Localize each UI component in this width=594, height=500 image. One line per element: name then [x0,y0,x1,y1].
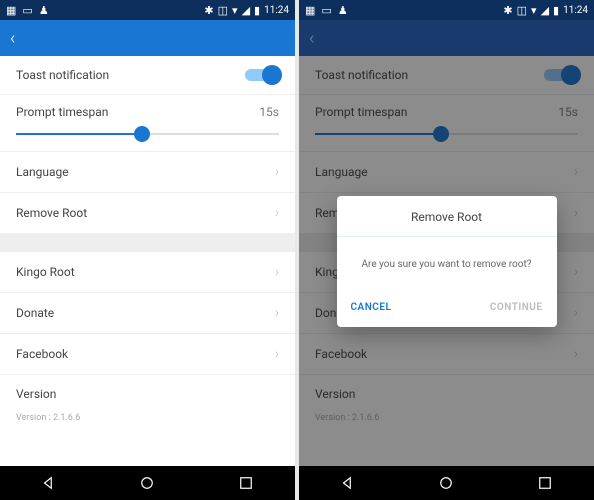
prompt-timespan-row[interactable]: Prompt timespan 15s [0,95,295,152]
bluetooth-icon: ✱ [503,4,512,17]
nav-home-icon[interactable] [437,474,455,492]
kingo-root-row[interactable]: Kingo Root › [0,252,295,293]
prompt-value: 15s [259,105,279,119]
toast-toggle[interactable] [245,69,279,81]
status-time: 11:24 [264,5,289,16]
language-label: Language [16,165,69,179]
screen-icon: ▭ [22,4,32,17]
vibrate-icon: ◫ [517,4,527,17]
language-row[interactable]: Language › [0,152,295,193]
navigation-bar [299,466,594,500]
remove-root-dialog: Remove Root Are you sure you want to rem… [337,196,557,327]
vibrate-icon: ◫ [218,4,228,17]
cancel-button[interactable]: CANCEL [351,302,392,313]
facebook-label: Facebook [16,347,68,361]
grid-icon: ▦ [6,4,16,17]
app-bar: ‹ [0,20,295,56]
grid-icon: ▦ [305,4,315,17]
bluetooth-icon: ✱ [204,4,213,17]
version-row: Version [0,375,295,413]
status-bar: ▦ ▭ ♟ ✱ ◫ ▾ ◢ ▮ 11:24 [0,0,295,20]
chevron-right-icon: › [275,164,279,180]
remove-root-label: Remove Root [16,206,87,220]
version-label: Version [16,387,56,401]
prompt-label: Prompt timespan [16,105,108,119]
wifi-icon: ▾ [232,4,238,17]
dialog-scrim[interactable]: Remove Root Are you sure you want to rem… [299,56,594,466]
dialog-message: Are you sure you want to remove root? [337,237,557,292]
navigation-bar [0,466,295,500]
prompt-slider[interactable] [16,133,279,135]
status-bar: ▦ ▭ ♟ ✱ ◫ ▾ ◢ ▮ 11:24 [299,0,594,20]
chevron-right-icon: › [275,205,279,221]
settings-content-dimmed: Toast notification Prompt timespan 15s L… [299,56,594,466]
continue-button[interactable]: CONTINUE [490,302,543,313]
section-divider [0,234,295,252]
back-icon[interactable]: ‹ [309,28,314,49]
nav-recent-icon[interactable] [237,474,255,492]
chevron-right-icon: › [275,346,279,362]
toast-label: Toast notification [16,68,109,82]
nav-back-icon[interactable] [339,474,357,492]
battery-icon: ▮ [553,4,559,17]
donate-row[interactable]: Donate › [0,293,295,334]
signal-icon: ◢ [242,4,250,17]
remove-root-row[interactable]: Remove Root › [0,193,295,234]
android-icon: ♟ [39,4,49,17]
signal-icon: ◢ [541,4,549,17]
back-icon[interactable]: ‹ [10,28,15,49]
android-icon: ♟ [338,4,348,17]
kingo-label: Kingo Root [16,265,75,279]
chevron-right-icon: › [275,305,279,321]
wifi-icon: ▾ [531,4,537,17]
chevron-right-icon: › [275,264,279,280]
nav-home-icon[interactable] [138,474,156,492]
donate-label: Donate [16,306,54,320]
facebook-row[interactable]: Facebook › [0,334,295,375]
phone-right: ▦ ▭ ♟ ✱ ◫ ▾ ◢ ▮ 11:24 ‹ Toast notificati… [299,0,594,500]
screen-icon: ▭ [321,4,331,17]
version-value: Version : 2.1.6.6 [0,413,295,435]
settings-content: Toast notification Prompt timespan 15s L… [0,56,295,466]
toast-notification-row[interactable]: Toast notification [0,56,295,95]
dialog-title: Remove Root [337,196,557,237]
status-time: 11:24 [563,5,588,16]
slider-thumb[interactable] [134,126,150,142]
nav-recent-icon[interactable] [536,474,554,492]
battery-icon: ▮ [254,4,260,17]
app-bar: ‹ [299,20,594,56]
nav-back-icon[interactable] [40,474,58,492]
phone-left: ▦ ▭ ♟ ✱ ◫ ▾ ◢ ▮ 11:24 ‹ Toast notificati… [0,0,295,500]
